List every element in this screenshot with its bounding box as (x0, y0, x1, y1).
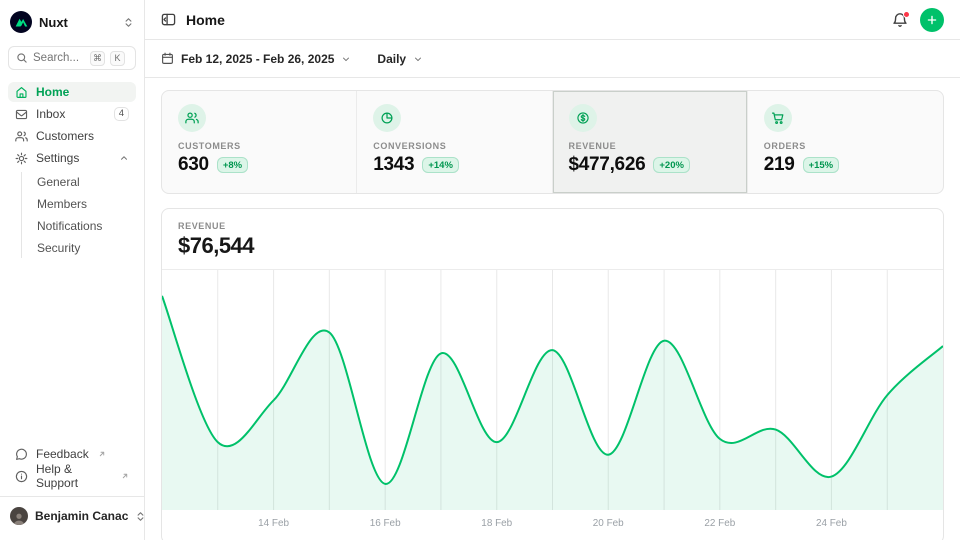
granularity-select[interactable]: Daily (377, 52, 423, 66)
settings-submenu: General Members Notifications Security (21, 172, 136, 258)
stat-delta-badge: +20% (653, 157, 690, 173)
user-name: Benjamin Canac (35, 509, 128, 523)
users-icon (178, 104, 206, 132)
home-icon (15, 86, 28, 99)
stat-card-orders[interactable]: ORDERS 219 +15% (748, 91, 943, 193)
search-icon (16, 52, 28, 64)
sidebar-item-label: Settings (36, 151, 79, 165)
workspace-name: Nuxt (39, 15, 68, 30)
stat-label: REVENUE (569, 141, 731, 151)
sidebar-nav: Home Inbox 4 Customers Settings Genera (8, 82, 136, 258)
svg-text:24 Feb: 24 Feb (816, 518, 847, 529)
sidebar: Nuxt ⌘ K Home Inbox 4 (0, 0, 145, 540)
stat-delta-badge: +15% (803, 157, 840, 173)
search-input[interactable] (33, 52, 85, 64)
sidebar-item-security[interactable]: Security (22, 238, 136, 258)
calendar-icon (161, 52, 174, 65)
sidebar-item-feedback[interactable]: Feedback (8, 444, 136, 464)
chart-kpi-label: REVENUE (178, 221, 927, 231)
stat-value: 1343 (373, 154, 414, 176)
page-title: Home (186, 12, 225, 28)
sidebar-item-members[interactable]: Members (22, 194, 136, 214)
stat-value: 219 (764, 154, 795, 176)
sidebar-item-inbox[interactable]: Inbox 4 (8, 104, 136, 124)
svg-text:18 Feb: 18 Feb (481, 518, 512, 529)
svg-text:14 Feb: 14 Feb (258, 518, 289, 529)
svg-text:16 Feb: 16 Feb (370, 518, 401, 529)
granularity-label: Daily (377, 52, 406, 66)
kbd-command: ⌘ (90, 51, 105, 66)
plus-icon (926, 14, 938, 26)
external-link-icon (121, 472, 129, 480)
revenue-chart-card: REVENUE $76,544 14 Feb 16 Feb 18 Feb 20 Feb… (161, 208, 944, 540)
main-area: Home Feb 12, 2025 - Feb 26, 2025 Daily (145, 0, 960, 540)
chevron-up-icon (119, 153, 129, 163)
svg-text:20 Feb: 20 Feb (593, 518, 624, 529)
stat-label: CUSTOMERS (178, 141, 340, 151)
chart-kpi-value: $76,544 (178, 233, 927, 259)
sidebar-item-label: Feedback (36, 447, 89, 461)
toolbar: Feb 12, 2025 - Feb 26, 2025 Daily (145, 40, 960, 78)
add-button[interactable] (920, 8, 944, 32)
chat-bubble-icon (15, 448, 28, 461)
stat-delta-badge: +14% (422, 157, 459, 173)
user-menu[interactable]: Benjamin Canac (8, 504, 136, 528)
gear-icon (15, 152, 28, 165)
chevron-up-down-icon (123, 17, 134, 28)
stat-card-conversions[interactable]: CONVERSIONS 1343 +14% (357, 91, 552, 193)
shopping-cart-icon (764, 104, 792, 132)
sidebar-item-help-support[interactable]: Help & Support (8, 466, 136, 486)
stat-label: CONVERSIONS (373, 141, 535, 151)
chart-header: REVENUE $76,544 (162, 209, 943, 270)
user-section: Benjamin Canac (0, 496, 144, 532)
sidebar-footer: Feedback Help & Support Benjamin Canac (8, 444, 136, 532)
main-header: Home (145, 0, 960, 40)
stat-value: 630 (178, 154, 209, 176)
external-link-icon (98, 450, 106, 458)
pie-chart-icon (373, 104, 401, 132)
sidebar-item-customers[interactable]: Customers (8, 126, 136, 146)
workspace-switcher[interactable]: Nuxt (10, 10, 134, 34)
sidebar-item-settings[interactable]: Settings (8, 148, 136, 168)
stat-card-customers[interactable]: CUSTOMERS 630 +8% (162, 91, 357, 193)
kbd-k: K (110, 51, 125, 66)
sidebar-item-label: Inbox (36, 107, 65, 121)
avatar (10, 507, 28, 525)
chevron-down-icon (413, 54, 423, 64)
circle-dollar-icon (569, 104, 597, 132)
inbox-icon (15, 108, 28, 121)
sidebar-item-label: Help & Support (36, 462, 112, 490)
collapse-sidebar-icon[interactable] (161, 12, 176, 27)
header-actions (892, 8, 944, 32)
sidebar-item-label: Home (36, 85, 69, 99)
sub-item-label: Security (37, 241, 80, 255)
notifications-button[interactable] (892, 12, 908, 28)
nuxt-logo-icon (10, 11, 32, 33)
chevron-up-down-icon (135, 511, 146, 522)
sub-item-label: General (37, 175, 80, 189)
revenue-area-chart: 14 Feb 16 Feb 18 Feb 20 Feb 22 Feb 24 Feb (162, 270, 943, 532)
stat-delta-badge: +8% (217, 157, 248, 173)
stat-value: $477,626 (569, 154, 646, 176)
sub-item-label: Notifications (37, 219, 102, 233)
users-icon (15, 130, 28, 143)
sidebar-item-notifications[interactable]: Notifications (22, 216, 136, 236)
sub-item-label: Members (37, 197, 87, 211)
dashboard-content: CUSTOMERS 630 +8% CONVERSIONS 1343 +14% (145, 78, 960, 540)
chevron-down-icon (341, 54, 351, 64)
inbox-count-badge: 4 (114, 107, 129, 121)
sidebar-item-label: Customers (36, 129, 94, 143)
sidebar-item-home[interactable]: Home (8, 82, 136, 102)
stat-label: ORDERS (764, 141, 927, 151)
sidebar-item-general[interactable]: General (22, 172, 136, 192)
date-range-label: Feb 12, 2025 - Feb 26, 2025 (181, 52, 334, 66)
notification-dot (903, 11, 910, 18)
search-input-wrapper[interactable]: ⌘ K (8, 46, 136, 70)
date-range-picker[interactable]: Feb 12, 2025 - Feb 26, 2025 (161, 52, 351, 66)
stats-row: CUSTOMERS 630 +8% CONVERSIONS 1343 +14% (161, 90, 944, 194)
svg-text:22 Feb: 22 Feb (704, 518, 735, 529)
info-circle-icon (15, 470, 28, 483)
stat-card-revenue[interactable]: REVENUE $477,626 +20% (553, 91, 748, 193)
